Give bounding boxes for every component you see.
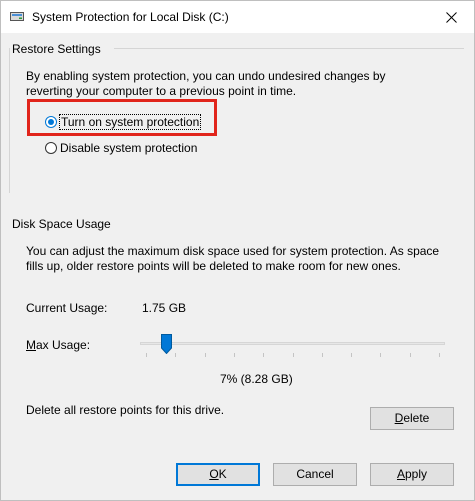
slider-tick — [204, 353, 206, 357]
slider-tick — [146, 353, 147, 357]
ok-button[interactable]: OK — [176, 463, 260, 486]
restore-description-line-2: reverting your computer to a previous po… — [26, 84, 297, 98]
restore-settings-group-label: Restore Settings — [12, 42, 101, 56]
system-protection-dialog: System Protection for Local Disk (C:) Re… — [0, 0, 475, 501]
window-title: System Protection for Local Disk (C:) — [32, 10, 229, 24]
slider-tick — [321, 353, 323, 357]
ok-label-rest: K — [218, 467, 227, 481]
restore-settings-left-edge — [9, 48, 10, 193]
turn-on-protection-option[interactable]: Turn on system protection — [45, 114, 202, 130]
slider-tick — [380, 353, 382, 357]
disk-space-description-line-2: fills up, older restore points will be d… — [26, 259, 401, 273]
delete-button[interactable]: Delete — [370, 407, 454, 430]
title-bar[interactable]: System Protection for Local Disk (C:) — [1, 1, 474, 33]
slider-tick — [351, 353, 353, 357]
disable-protection-label[interactable]: Disable system protection — [60, 141, 197, 155]
turn-on-protection-radio[interactable] — [45, 116, 57, 128]
max-usage-slider-track[interactable] — [140, 342, 445, 345]
disable-protection-radio[interactable] — [45, 142, 57, 154]
delete-mnemonic: D — [394, 411, 404, 425]
max-usage-slider-thumb[interactable] — [161, 334, 172, 354]
current-usage-value: 1.75 GB — [142, 301, 187, 315]
slider-tick — [263, 353, 265, 357]
delete-restore-points-text: Delete all restore points for this drive… — [26, 403, 225, 417]
close-icon — [445, 11, 457, 23]
restore-settings-divider — [114, 48, 464, 49]
max-usage-label-rest: ax Usage: — [36, 338, 91, 352]
slider-tick — [292, 353, 294, 357]
drive-icon — [10, 12, 24, 21]
current-usage-label: Current Usage: — [26, 301, 108, 315]
close-button[interactable] — [428, 1, 474, 33]
max-usage-readout: 7% (8.28 GB) — [220, 372, 293, 386]
delete-label-rest: elete — [403, 411, 430, 425]
cancel-button[interactable]: Cancel — [273, 463, 357, 486]
slider-tick — [409, 353, 411, 357]
apply-button[interactable]: Apply — [370, 463, 454, 486]
max-usage-mnemonic: M — [26, 338, 36, 352]
max-usage-label: Max Usage: — [26, 338, 90, 353]
apply-label-rest: pply — [405, 467, 428, 481]
turn-on-protection-label[interactable]: Turn on system protection — [58, 114, 202, 130]
slider-tick — [233, 353, 235, 357]
disable-protection-option[interactable]: Disable system protection — [45, 141, 197, 155]
slider-tick — [175, 353, 177, 357]
restore-description-line-1: By enabling system protection, you can u… — [26, 69, 386, 83]
disk-space-group-label: Disk Space Usage — [12, 217, 111, 231]
ok-mnemonic: O — [209, 467, 219, 481]
apply-mnemonic: A — [396, 467, 405, 481]
disk-space-description-line-1: You can adjust the maximum disk space us… — [26, 244, 440, 258]
slider-tick — [439, 353, 440, 357]
